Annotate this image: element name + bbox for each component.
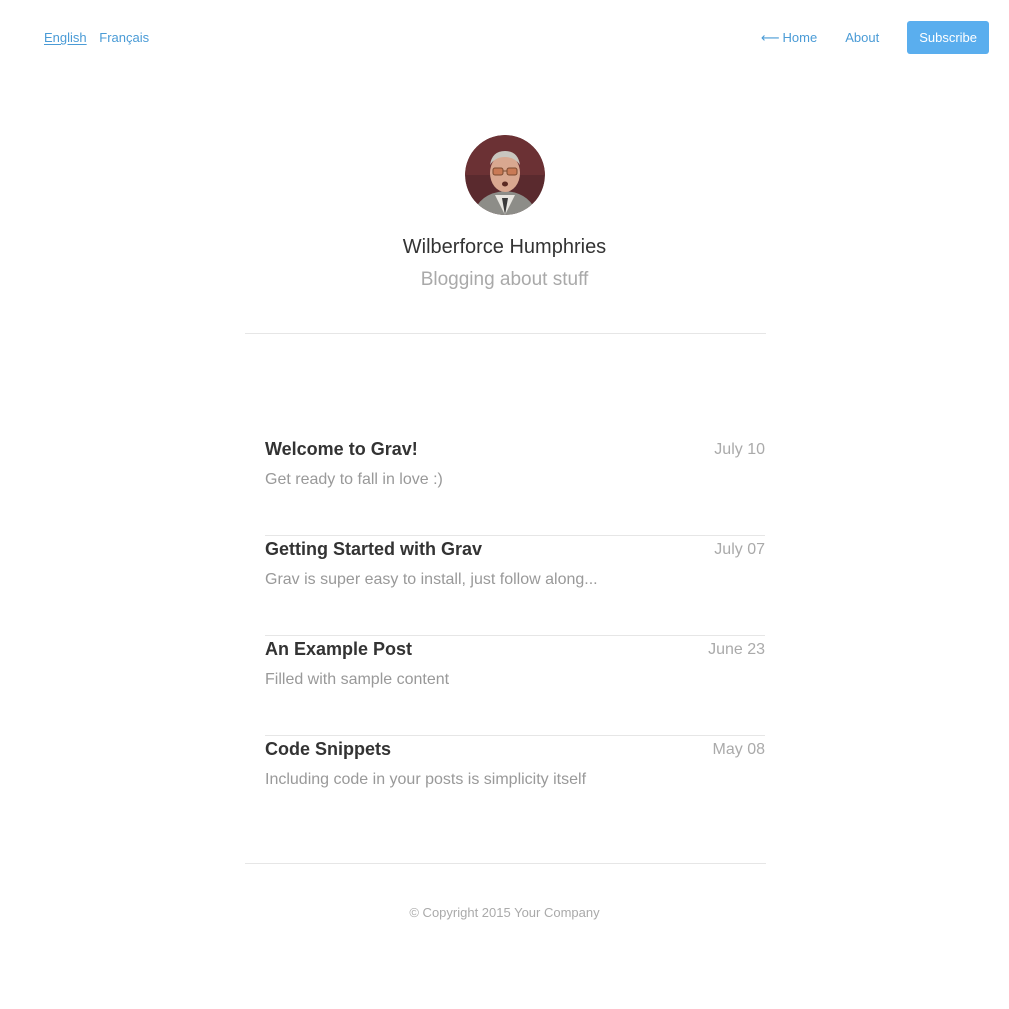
list-item[interactable]: Getting Started with Grav July 07 Grav i… xyxy=(265,536,765,636)
back-arrow-icon: ⟵ xyxy=(760,30,780,45)
nav-home-link[interactable]: ⟵ Home xyxy=(761,30,817,45)
post-title[interactable]: Code Snippets xyxy=(265,739,391,760)
language-switcher: English Français xyxy=(44,30,158,45)
post-list: Welcome to Grav! July 10 Get ready to fa… xyxy=(265,436,765,836)
post-summary: Get ready to fall in love :) xyxy=(265,471,443,488)
list-item[interactable]: Welcome to Grav! July 10 Get ready to fa… xyxy=(265,436,765,536)
author-tagline: Blogging about stuff xyxy=(420,269,589,290)
post-title[interactable]: Getting Started with Grav xyxy=(265,539,482,560)
list-item[interactable]: Code Snippets May 08 Including code in y… xyxy=(265,736,765,836)
header-divider xyxy=(245,333,766,334)
post-date: July 07 xyxy=(714,541,765,558)
post-summary: Filled with sample content xyxy=(265,671,450,688)
post-date: July 10 xyxy=(714,441,765,458)
post-date: May 08 xyxy=(712,741,765,758)
footer-divider xyxy=(245,863,766,864)
author-name: Wilberforce Humphries xyxy=(402,236,607,258)
post-date: June 23 xyxy=(708,641,765,658)
footer-copyright: © Copyright 2015 Your Company xyxy=(409,905,600,920)
list-item[interactable]: An Example Post June 23 Filled with samp… xyxy=(265,636,765,736)
blog-page: English Français ⟵ Home About Subscribe xyxy=(0,0,1009,1009)
post-summary: Grav is super easy to install, just foll… xyxy=(265,571,598,588)
nav-about-link[interactable]: About xyxy=(845,30,879,45)
top-navigation: ⟵ Home About Subscribe xyxy=(761,21,989,54)
post-title[interactable]: Welcome to Grav! xyxy=(265,439,418,460)
nav-home-label: Home xyxy=(782,30,818,45)
post-summary: Including code in your posts is simplici… xyxy=(265,771,587,788)
language-french-link[interactable]: Français xyxy=(99,30,149,45)
profile-header: Wilberforce Humphries Blogging about stu… xyxy=(0,135,1009,292)
language-english-link[interactable]: English xyxy=(44,30,87,45)
post-title[interactable]: An Example Post xyxy=(265,639,412,660)
avatar xyxy=(464,135,545,215)
subscribe-button[interactable]: Subscribe xyxy=(907,21,989,54)
